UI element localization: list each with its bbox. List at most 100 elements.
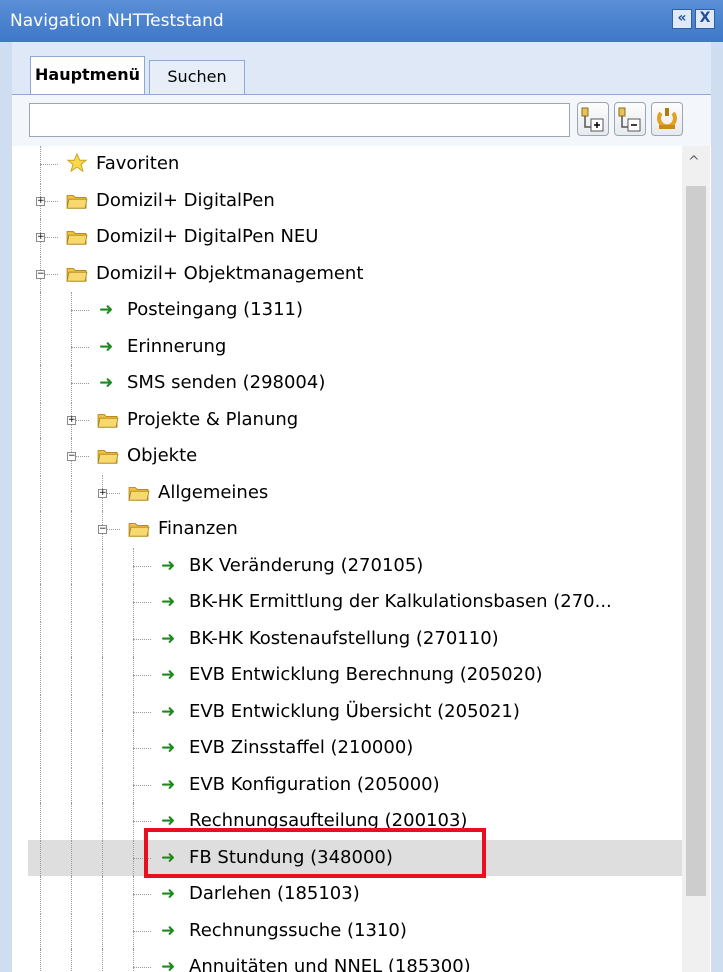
tree-guide xyxy=(71,620,72,657)
window-title: Navigation NHTTeststand xyxy=(10,11,224,31)
tree-item-15[interactable]: ➜ EVB Entwicklung Übersicht (205021) xyxy=(28,693,682,730)
tree-guide xyxy=(40,401,41,438)
tree-item-label: EVB Entwicklung Berechnung (205020) xyxy=(189,664,543,685)
tree-item-7[interactable]: + Projekte & Planung xyxy=(28,401,682,438)
tab-hauptmenue[interactable]: Hauptmenü xyxy=(30,56,145,94)
tree-guide xyxy=(71,328,72,365)
tree-item-label: EVB Zinsstaffel (210000) xyxy=(189,737,414,758)
tree-item-17[interactable]: ➜ EVB Konfiguration (205000) xyxy=(28,766,682,803)
tree-item-21[interactable]: ➜ Rechnungssuche (1310) xyxy=(28,912,682,949)
close-icon: X xyxy=(699,10,711,26)
tree-connector xyxy=(133,748,151,749)
tree-item-13[interactable]: ➜ BK-HK Kostenaufstellung (270110) xyxy=(28,620,682,657)
tree-guide xyxy=(40,693,41,730)
arrow-icon: ➜ xyxy=(99,300,114,320)
tree-guide xyxy=(40,620,41,657)
arrow-icon: ➜ xyxy=(161,920,176,941)
tree-guide xyxy=(102,766,103,803)
tree-item-label: BK Veränderung (270105) xyxy=(189,554,424,576)
tree-guide xyxy=(40,328,41,365)
tree-guide xyxy=(71,766,72,803)
arrow-icon: ➜ xyxy=(161,628,176,649)
tree-connector xyxy=(133,675,151,676)
vertical-scrollbar[interactable]: ^ xyxy=(682,146,710,972)
arrow-icon: ➜ xyxy=(161,701,176,722)
expand-icon[interactable]: + xyxy=(36,196,45,206)
tree-item-0[interactable]: Favoriten xyxy=(28,146,682,182)
tree-item-8[interactable]: − Objekte xyxy=(28,438,682,474)
tree-guide xyxy=(102,949,103,972)
tree-item-2[interactable]: + Domizil+ DigitalPen NEU xyxy=(28,219,682,255)
tree-item-label: BK-HK Ermittlung der Kalkulationsbasen (… xyxy=(189,591,612,612)
tree-guide xyxy=(102,693,103,730)
scroll-up-icon[interactable]: ^ xyxy=(688,154,700,170)
tree-connector xyxy=(40,164,58,165)
arrow-icon: ➜ xyxy=(161,884,176,904)
tree-guide xyxy=(40,547,41,584)
collapse-node-icon[interactable]: − xyxy=(67,452,76,461)
expand-icon[interactable]: + xyxy=(67,415,76,425)
expand-icon[interactable]: + xyxy=(36,233,45,242)
tree-guide xyxy=(133,693,134,730)
tree-item-label: SMS senden (298004) xyxy=(127,372,326,393)
tree-item-16[interactable]: ➜ EVB Zinsstaffel (210000) xyxy=(28,730,682,766)
tree-connector xyxy=(133,565,151,567)
search-input[interactable] xyxy=(29,103,570,137)
tree-guide xyxy=(102,657,103,693)
tree-guide xyxy=(40,292,41,328)
tree-item-5[interactable]: ➜ Erinnerung xyxy=(28,328,682,365)
tree-item-14[interactable]: ➜ EVB Entwicklung Berechnung (205020) xyxy=(28,657,682,693)
scroll-thumb[interactable] xyxy=(686,186,706,896)
tree-guide xyxy=(71,474,72,511)
collapse-node-icon[interactable]: − xyxy=(36,269,45,279)
tree-item-6[interactable]: ➜ SMS senden (298004) xyxy=(28,365,682,401)
tab-suchen[interactable]: Suchen xyxy=(149,60,245,94)
tree-guide xyxy=(71,839,72,876)
panel-border-left xyxy=(0,42,12,972)
collapse-panel-button[interactable]: « xyxy=(672,9,692,29)
tree-item-label: Domizil+ DigitalPen xyxy=(96,189,275,211)
tree-guide xyxy=(40,365,41,401)
tree-guide xyxy=(102,547,103,584)
folder-icon xyxy=(97,413,119,428)
expand-icon[interactable]: + xyxy=(98,488,107,498)
tree-item-1[interactable]: + Domizil+ DigitalPen xyxy=(28,182,682,219)
tree-connector xyxy=(133,821,151,822)
tree-connector xyxy=(133,894,151,895)
arrow-icon: ➜ xyxy=(161,592,176,612)
tree-item-9[interactable]: + Allgemeines xyxy=(28,474,682,511)
tree-guide xyxy=(133,547,134,584)
tree-item-label: Allgemeines xyxy=(158,481,269,503)
arrow-icon: ➜ xyxy=(161,665,176,685)
tree-item-10[interactable]: − Finanzen xyxy=(28,511,682,547)
tree-guide xyxy=(102,730,103,766)
tree-guide xyxy=(71,803,72,839)
tree-guide xyxy=(71,949,72,972)
expand-all-button[interactable] xyxy=(577,102,609,136)
window-titlebar: Navigation NHTTeststand xyxy=(0,0,723,42)
tree-guide xyxy=(71,547,72,584)
collapse-node-icon[interactable]: − xyxy=(98,525,107,534)
tree-item-11[interactable]: ➜ BK Veränderung (270105) xyxy=(28,547,682,584)
close-panel-button[interactable]: X xyxy=(695,9,715,29)
tree-guide xyxy=(40,730,41,766)
expand-all-icon xyxy=(581,107,604,132)
tree-guide xyxy=(102,839,103,876)
collapse-all-button[interactable] xyxy=(614,102,646,136)
tree-item-22[interactable]: ➜ Annuitäten und NNEL (185300) xyxy=(28,949,682,972)
tree-guide xyxy=(133,730,134,766)
tree-guide xyxy=(40,766,41,803)
tree-guide xyxy=(71,912,72,949)
arrow-icon: ➜ xyxy=(161,555,176,576)
tree-item-3[interactable]: − Domizil+ Objektmanagement xyxy=(28,255,682,292)
tree-item-12[interactable]: ➜ BK-HK Ermittlung der Kalkulationsbasen … xyxy=(28,584,682,620)
tree-item-4[interactable]: ➜ Posteingang (1311) xyxy=(28,292,682,328)
tree-item-label: Objekte xyxy=(127,445,198,466)
tree-connector xyxy=(133,638,151,640)
tree-item-label: Darlehen (185103) xyxy=(189,883,360,904)
tree-item-label: Favoriten xyxy=(96,153,180,174)
refresh-button[interactable] xyxy=(651,102,683,136)
tree-item-20[interactable]: ➜ Darlehen (185103) xyxy=(28,876,682,912)
tree-guide xyxy=(133,584,134,620)
collapse-all-icon xyxy=(618,107,641,132)
